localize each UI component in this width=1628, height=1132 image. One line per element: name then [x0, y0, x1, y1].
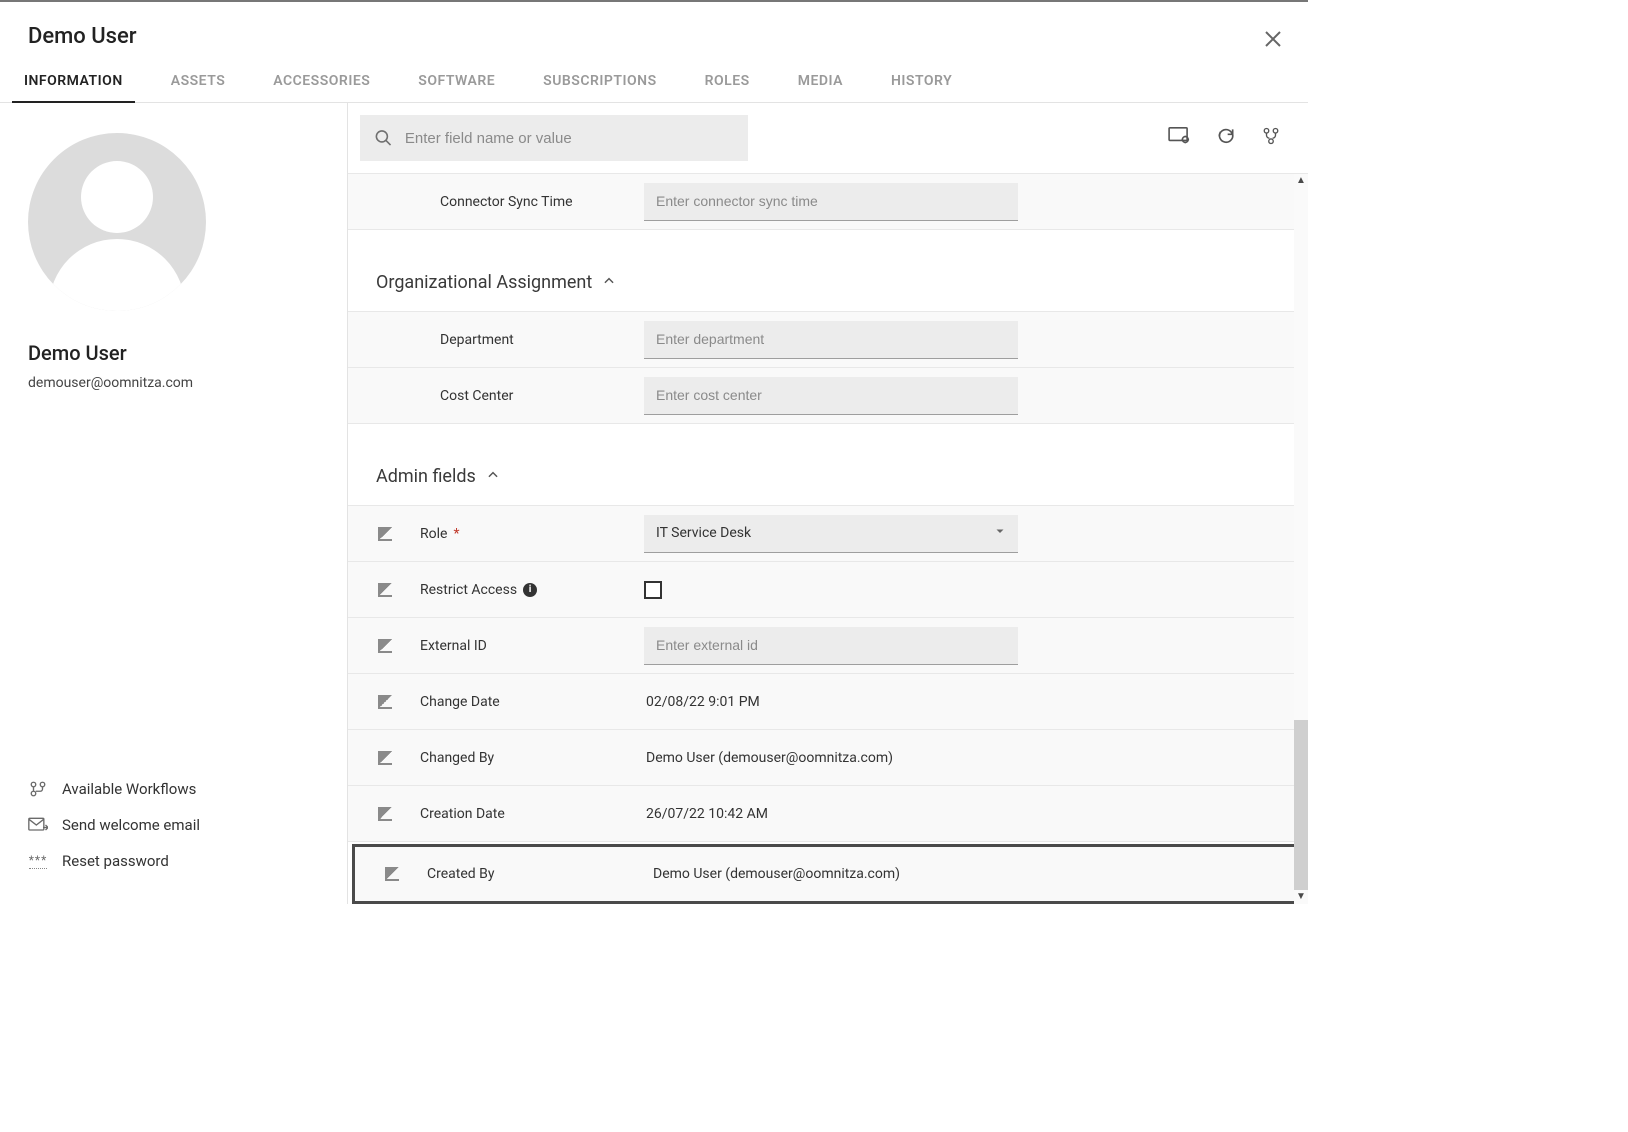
password-icon: ***	[28, 853, 48, 869]
reset-password-label: Reset password	[62, 852, 169, 870]
section-admin-fields-label: Admin fields	[376, 466, 476, 487]
changed-by-value: Demo User (demouser@oomnitza.com)	[644, 750, 1018, 766]
chevron-up-icon	[486, 466, 500, 487]
admin-field-icon	[378, 751, 392, 765]
required-star-icon: *	[453, 526, 459, 542]
change-date-value: 02/08/22 9:01 PM	[644, 694, 1018, 710]
field-row-connector-sync-time: Connector Sync Time	[348, 174, 1308, 230]
field-row-created-by: Created By Demo User (demouser@oomnitza.…	[352, 844, 1304, 904]
creation-date-value: 26/07/22 10:42 AM	[644, 806, 1018, 822]
field-row-department: Department	[348, 312, 1308, 368]
caret-down-icon	[994, 525, 1006, 541]
tabs: INFORMATION ASSETS ACCESSORIES SOFTWARE …	[0, 63, 1308, 103]
tab-information[interactable]: INFORMATION	[12, 63, 135, 103]
reset-password-button[interactable]: *** Reset password	[28, 852, 319, 870]
admin-field-icon	[378, 695, 392, 709]
section-organizational-assignment-label: Organizational Assignment	[376, 272, 592, 293]
field-label-changed-by: Changed By	[392, 750, 644, 766]
field-row-restrict-access: Restrict Access i	[348, 562, 1308, 618]
field-row-change-date: Change Date 02/08/22 9:01 PM	[348, 674, 1308, 730]
tab-accessories[interactable]: ACCESSORIES	[261, 63, 382, 103]
field-label-created-by: Created By	[399, 866, 651, 882]
user-name: Demo User	[28, 341, 319, 365]
admin-field-icon	[378, 527, 392, 541]
send-welcome-email-button[interactable]: Send welcome email	[28, 816, 319, 834]
scrollbar-track[interactable]	[1294, 188, 1308, 890]
field-row-external-id: External ID	[348, 618, 1308, 674]
send-welcome-email-label: Send welcome email	[62, 816, 200, 834]
email-send-icon	[28, 817, 48, 833]
page-title: Demo User	[28, 24, 1280, 49]
field-row-changed-by: Changed By Demo User (demouser@oomnitza.…	[348, 730, 1308, 786]
available-workflows-button[interactable]: Available Workflows	[28, 780, 319, 798]
section-admin-fields[interactable]: Admin fields	[348, 424, 1308, 506]
available-workflows-label: Available Workflows	[62, 780, 196, 798]
field-label-creation-date: Creation Date	[392, 806, 644, 822]
created-by-value: Demo User (demouser@oomnitza.com)	[651, 866, 1025, 882]
tab-subscriptions[interactable]: SUBSCRIPTIONS	[531, 63, 668, 103]
search-field[interactable]	[360, 115, 748, 161]
refresh-icon[interactable]	[1216, 126, 1236, 150]
user-email: demouser@oomnitza.com	[28, 375, 319, 391]
scrollbar-thumb[interactable]	[1294, 720, 1308, 890]
tab-media[interactable]: MEDIA	[786, 63, 855, 103]
avatar[interactable]	[28, 133, 206, 311]
info-icon[interactable]: i	[523, 583, 537, 597]
field-label-external-id: External ID	[392, 638, 644, 654]
role-select[interactable]: IT Service Desk	[644, 515, 1018, 553]
field-row-role: Role* IT Service Desk	[348, 506, 1308, 562]
field-label-department: Department	[392, 332, 644, 348]
field-label-role: Role*	[392, 526, 644, 542]
department-input[interactable]	[644, 321, 1018, 359]
layout-settings-icon[interactable]	[1168, 126, 1190, 150]
scroll-down-icon[interactable]: ▼	[1296, 890, 1306, 904]
search-input[interactable]	[393, 130, 734, 147]
cost-center-input[interactable]	[644, 377, 1018, 415]
scrollbar[interactable]: ▲ ▼	[1294, 174, 1308, 904]
field-label-connector-sync-time: Connector Sync Time	[392, 194, 644, 210]
restrict-access-checkbox[interactable]	[644, 581, 662, 599]
admin-field-icon	[378, 583, 392, 597]
tab-history[interactable]: HISTORY	[879, 63, 964, 103]
admin-field-icon	[378, 807, 392, 821]
search-icon	[374, 128, 393, 148]
field-label-cost-center: Cost Center	[392, 388, 644, 404]
branch-icon[interactable]	[1262, 126, 1280, 150]
field-row-creation-date: Creation Date 26/07/22 10:42 AM	[348, 786, 1308, 842]
admin-field-icon	[378, 639, 392, 653]
tab-assets[interactable]: ASSETS	[159, 63, 238, 103]
scroll-up-icon[interactable]: ▲	[1296, 174, 1306, 188]
connector-sync-time-input[interactable]	[644, 183, 1018, 221]
section-organizational-assignment[interactable]: Organizational Assignment	[348, 230, 1308, 312]
field-row-cost-center: Cost Center	[348, 368, 1308, 424]
external-id-input[interactable]	[644, 627, 1018, 665]
chevron-up-icon	[602, 272, 616, 293]
field-label-restrict-access: Restrict Access i	[392, 582, 644, 598]
role-select-value: IT Service Desk	[656, 525, 751, 541]
tab-roles[interactable]: ROLES	[693, 63, 762, 103]
tab-software[interactable]: SOFTWARE	[406, 63, 507, 103]
workflow-icon	[28, 780, 48, 798]
close-icon[interactable]	[1264, 30, 1282, 52]
field-label-change-date: Change Date	[392, 694, 644, 710]
admin-field-icon	[385, 867, 399, 881]
